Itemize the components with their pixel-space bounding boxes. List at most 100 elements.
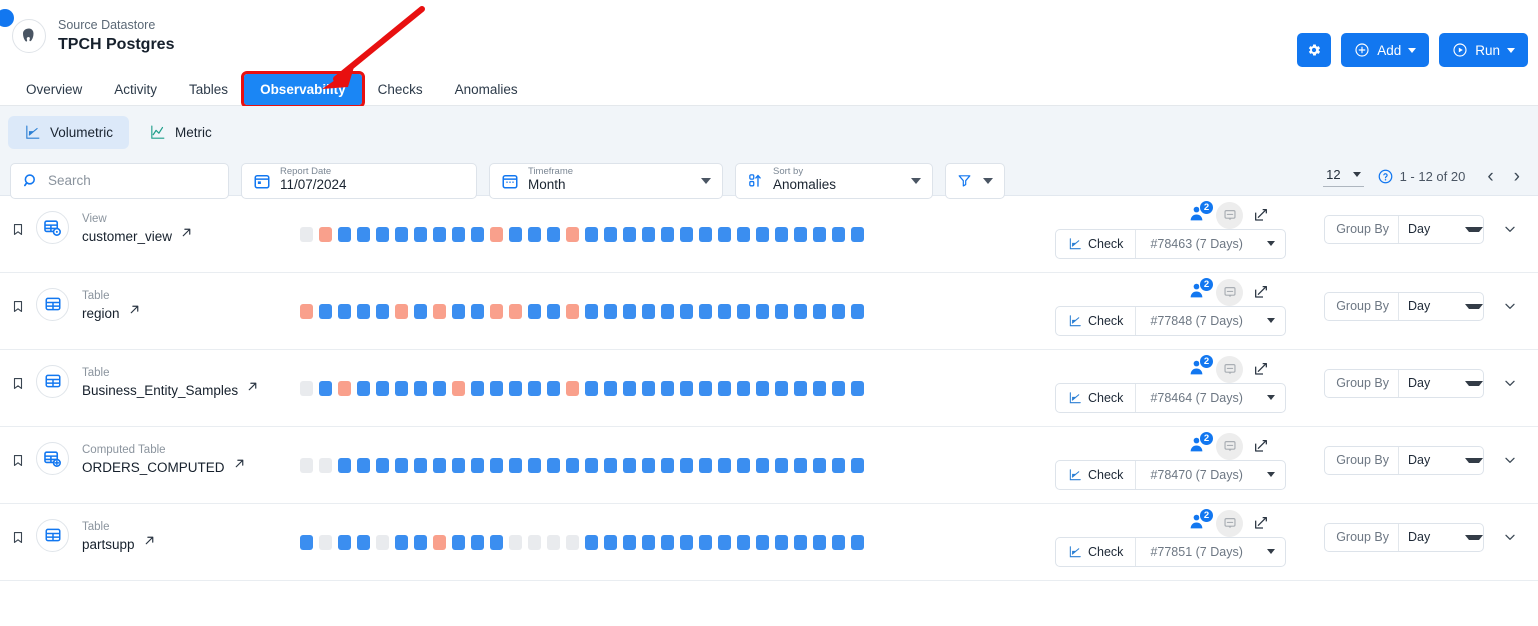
volume-square[interactable]	[528, 226, 541, 242]
search-input[interactable]: Search	[10, 162, 229, 199]
volume-square[interactable]	[528, 380, 541, 396]
notes-button[interactable]	[1216, 509, 1243, 537]
volume-square[interactable]	[775, 457, 788, 473]
volume-square[interactable]	[623, 226, 636, 242]
volume-square[interactable]	[376, 226, 389, 242]
run-button[interactable]: Run	[1439, 33, 1528, 67]
bookmark-button[interactable]	[0, 427, 36, 469]
volume-square[interactable]	[509, 380, 522, 396]
volume-square[interactable]	[661, 534, 674, 550]
pagination-prev[interactable]: ‹	[1477, 167, 1503, 186]
volume-square[interactable]	[775, 303, 788, 319]
volume-square[interactable]	[490, 534, 503, 550]
volume-square[interactable]	[395, 534, 408, 550]
volume-square[interactable]	[471, 303, 484, 319]
tab-anomalies[interactable]: Anomalies	[439, 74, 534, 105]
group-by-select[interactable]: Group By Day	[1324, 214, 1484, 244]
volume-square[interactable]	[471, 380, 484, 396]
volume-square[interactable]	[395, 303, 408, 319]
volume-square[interactable]	[718, 226, 731, 242]
volume-square[interactable]	[490, 226, 503, 242]
assignee-badge[interactable]: 2	[1187, 431, 1214, 457]
tab-activity[interactable]: Activity	[98, 74, 173, 105]
volume-square[interactable]	[433, 457, 446, 473]
tab-overview[interactable]: Overview	[10, 74, 98, 105]
volume-square[interactable]	[566, 534, 579, 550]
open-asset-icon[interactable]	[246, 380, 259, 396]
edit-button[interactable]	[1252, 283, 1270, 301]
volume-square[interactable]	[471, 457, 484, 473]
check-dropdown[interactable]: #78464 (7 Days)	[1136, 384, 1284, 412]
group-by-select[interactable]: Group By Day	[1324, 291, 1484, 321]
page-size-select[interactable]: 12	[1323, 167, 1364, 187]
volume-square[interactable]	[661, 226, 674, 242]
volume-square[interactable]	[319, 380, 332, 396]
volume-square[interactable]	[319, 457, 332, 473]
settings-button[interactable]	[1297, 33, 1332, 67]
edit-button[interactable]	[1252, 437, 1270, 455]
volume-square[interactable]	[756, 534, 769, 550]
volume-square[interactable]	[604, 226, 617, 242]
bookmark-button[interactable]	[0, 273, 36, 315]
volume-square[interactable]	[661, 380, 674, 396]
volume-square[interactable]	[547, 303, 560, 319]
volume-square[interactable]	[300, 303, 313, 319]
volume-square[interactable]	[585, 303, 598, 319]
pagination-next[interactable]: ›	[1504, 167, 1530, 186]
asset-name-cell[interactable]: Computed Table ORDERS_COMPUTED	[82, 443, 246, 476]
bookmark-button[interactable]	[0, 350, 36, 392]
volume-square[interactable]	[718, 380, 731, 396]
check-button[interactable]: Check	[1056, 229, 1137, 258]
volume-square[interactable]	[832, 226, 845, 242]
volume-square[interactable]	[300, 457, 313, 473]
bookmark-button[interactable]	[0, 504, 36, 546]
volume-square[interactable]	[452, 457, 465, 473]
volume-square[interactable]	[414, 457, 427, 473]
volume-square[interactable]	[433, 303, 446, 319]
check-dropdown[interactable]: #77851 (7 Days)	[1136, 538, 1284, 566]
volume-square[interactable]	[395, 457, 408, 473]
report-date-field[interactable]: Report Date 11/07/2024	[241, 162, 477, 199]
volume-square[interactable]	[794, 226, 807, 242]
group-by-select[interactable]: Group By Day	[1324, 445, 1484, 475]
sort-by-select[interactable]: Sort by Anomalies	[735, 162, 933, 199]
assignee-badge[interactable]: 2	[1187, 200, 1214, 226]
volume-square[interactable]	[509, 457, 522, 473]
volume-square[interactable]	[376, 457, 389, 473]
volume-square[interactable]	[414, 380, 427, 396]
check-button[interactable]: Check	[1056, 460, 1137, 489]
edit-button[interactable]	[1252, 206, 1270, 224]
volume-square[interactable]	[357, 457, 370, 473]
volume-square[interactable]	[547, 380, 560, 396]
volume-square[interactable]	[642, 380, 655, 396]
volume-square[interactable]	[851, 303, 864, 319]
check-dropdown[interactable]: #78470 (7 Days)	[1136, 461, 1284, 489]
volume-square[interactable]	[528, 303, 541, 319]
volume-square[interactable]	[832, 380, 845, 396]
volume-square[interactable]	[756, 457, 769, 473]
asset-name-cell[interactable]: Table Business_Entity_Samples	[82, 366, 259, 399]
volume-square[interactable]	[319, 226, 332, 242]
volume-square[interactable]	[433, 226, 446, 242]
volume-square[interactable]	[680, 380, 693, 396]
check-dropdown[interactable]: #78463 (7 Days)	[1136, 230, 1284, 258]
volume-square[interactable]	[528, 457, 541, 473]
volume-square[interactable]	[794, 303, 807, 319]
check-button[interactable]: Check	[1056, 537, 1137, 566]
open-asset-icon[interactable]	[143, 534, 156, 550]
volume-square[interactable]	[680, 226, 693, 242]
tab-observability[interactable]: Observability	[241, 70, 365, 108]
add-button[interactable]: Add	[1341, 33, 1430, 67]
volume-square[interactable]	[509, 226, 522, 242]
volume-square[interactable]	[737, 226, 750, 242]
volume-square[interactable]	[775, 226, 788, 242]
volume-square[interactable]	[300, 380, 313, 396]
volume-square[interactable]	[851, 226, 864, 242]
volume-square[interactable]	[357, 380, 370, 396]
volume-square[interactable]	[414, 303, 427, 319]
volume-square[interactable]	[338, 534, 351, 550]
volume-square[interactable]	[604, 534, 617, 550]
volume-square[interactable]	[566, 380, 579, 396]
volume-square[interactable]	[452, 534, 465, 550]
asset-name-cell[interactable]: Table partsupp	[82, 520, 156, 553]
